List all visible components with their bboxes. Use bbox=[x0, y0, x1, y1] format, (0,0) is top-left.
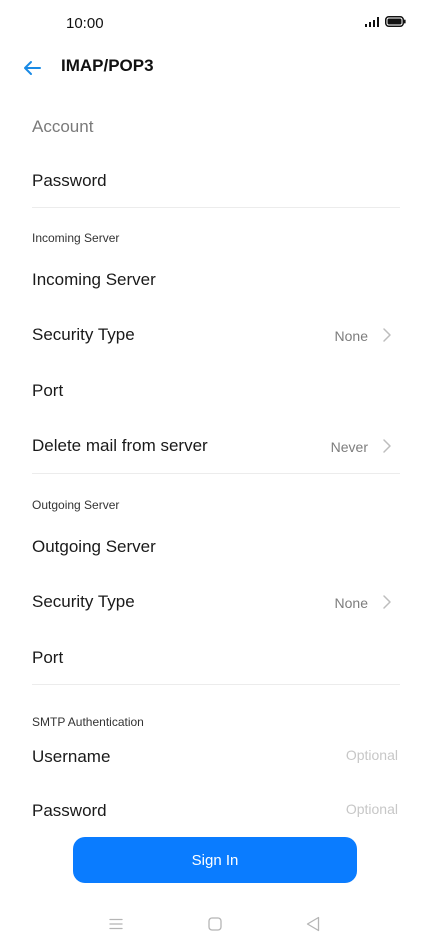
outgoing-server-label: Outgoing Server bbox=[32, 537, 156, 556]
outgoing-security-type-row[interactable]: Security Type None bbox=[0, 581, 430, 621]
delete-mail-value: Never bbox=[330, 439, 368, 455]
signal-icon bbox=[365, 16, 379, 27]
back-icon bbox=[306, 916, 320, 932]
menu-icon bbox=[109, 918, 123, 930]
outgoing-section-header: Outgoing Server bbox=[32, 498, 120, 512]
delete-mail-row[interactable]: Delete mail from server Never bbox=[0, 425, 430, 465]
smtp-section-header: SMTP Authentication bbox=[32, 715, 144, 729]
incoming-security-type-value: None bbox=[334, 328, 368, 344]
chevron-right-icon bbox=[383, 439, 391, 453]
divider bbox=[32, 684, 400, 685]
battery-icon bbox=[385, 16, 406, 27]
system-nav-bar bbox=[0, 900, 430, 946]
account-row[interactable]: Account bbox=[0, 106, 430, 146]
incoming-security-type-label: Security Type bbox=[32, 325, 135, 344]
sign-in-button[interactable]: Sign In bbox=[73, 837, 357, 883]
outgoing-security-type-value: None bbox=[334, 595, 368, 611]
password-row[interactable]: Password bbox=[0, 160, 430, 200]
page-title: IMAP/POP3 bbox=[61, 56, 154, 75]
chevron-right-icon bbox=[383, 595, 391, 609]
incoming-security-type-row[interactable]: Security Type None bbox=[0, 314, 430, 354]
recent-apps-button[interactable] bbox=[104, 912, 128, 936]
outgoing-port-row[interactable]: Port bbox=[0, 637, 430, 677]
smtp-username-label: Username bbox=[32, 747, 111, 766]
outgoing-port-label: Port bbox=[32, 648, 64, 667]
incoming-port-row[interactable]: Port bbox=[0, 370, 430, 410]
nav-back-button[interactable] bbox=[301, 912, 325, 936]
home-button[interactable] bbox=[203, 912, 227, 936]
delete-mail-label: Delete mail from server bbox=[32, 436, 208, 455]
incoming-server-label: Incoming Server bbox=[32, 270, 156, 289]
account-label: Account bbox=[32, 117, 94, 136]
smtp-password-input[interactable]: Optional bbox=[346, 801, 398, 817]
home-icon bbox=[208, 917, 222, 931]
smtp-username-input[interactable]: Optional bbox=[346, 747, 398, 763]
status-bar: 10:00 bbox=[0, 0, 430, 48]
divider bbox=[32, 473, 400, 474]
smtp-password-row[interactable]: Password Optional bbox=[0, 790, 430, 830]
status-time: 10:00 bbox=[66, 15, 104, 32]
outgoing-server-row[interactable]: Outgoing Server bbox=[0, 526, 430, 566]
incoming-port-label: Port bbox=[32, 381, 64, 400]
back-button[interactable] bbox=[18, 54, 46, 82]
sign-in-label: Sign In bbox=[191, 851, 239, 869]
incoming-server-row[interactable]: Incoming Server bbox=[0, 259, 430, 299]
status-icons bbox=[365, 16, 406, 27]
chevron-right-icon bbox=[383, 328, 391, 342]
outgoing-security-type-label: Security Type bbox=[32, 592, 135, 611]
smtp-password-label: Password bbox=[32, 801, 107, 820]
smtp-username-row[interactable]: Username Optional bbox=[0, 736, 430, 776]
divider bbox=[32, 207, 400, 208]
app-bar: IMAP/POP3 bbox=[0, 48, 430, 88]
incoming-section-header: Incoming Server bbox=[32, 231, 120, 245]
back-arrow-icon bbox=[24, 61, 41, 75]
password-label: Password bbox=[32, 171, 107, 190]
